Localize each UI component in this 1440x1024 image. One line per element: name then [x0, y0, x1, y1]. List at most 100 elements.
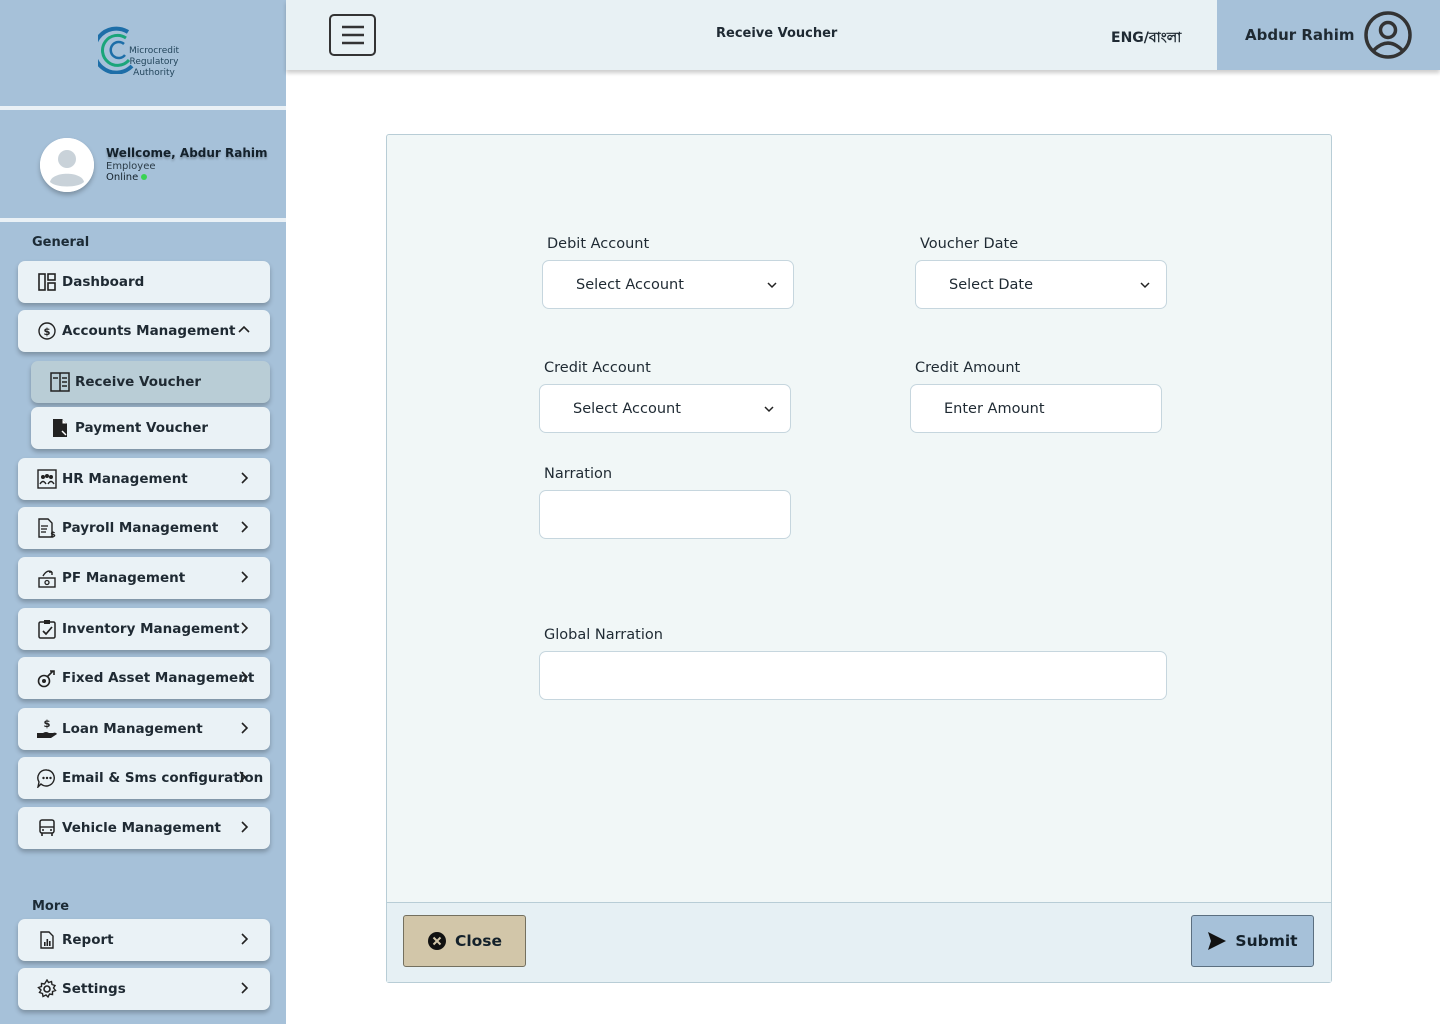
divider: [0, 106, 286, 110]
chevron-down-icon: [1140, 282, 1150, 289]
sidebar: Microcredit Regulatory Authority Wellcom…: [0, 0, 286, 1024]
sidebar-item-report[interactable]: Report: [18, 919, 270, 961]
svg-text:$: $: [50, 530, 56, 538]
section-label-general: General: [32, 235, 90, 250]
debit-account-select[interactable]: Select Account: [542, 260, 794, 309]
sidebar-item-fixed-asset-management[interactable]: Fixed Asset Management: [18, 657, 270, 699]
user-role: Employee: [106, 161, 156, 172]
narration-label: Narration: [544, 466, 613, 482]
sidebar-item-label: Settings: [62, 981, 126, 997]
narration-input[interactable]: [539, 490, 791, 539]
sidebar-item-payroll-management[interactable]: $ Payroll Management: [18, 507, 270, 549]
people-icon: [36, 468, 58, 490]
global-narration-input[interactable]: [539, 651, 1167, 700]
svg-text:$: $: [44, 327, 51, 338]
credit-amount-label: Credit Amount: [915, 360, 1021, 376]
bus-icon: [36, 817, 58, 839]
sidebar-item-accounts-management[interactable]: $ Accounts Management: [18, 310, 270, 352]
sidebar-item-label: Fixed Asset Management: [62, 670, 255, 686]
send-icon: [1208, 932, 1227, 950]
sidebar-item-settings[interactable]: Settings: [18, 968, 270, 1010]
loan-hand-icon: $: [36, 718, 58, 740]
chevron-down-icon: [764, 406, 774, 413]
online-label: Online: [106, 172, 139, 183]
chevron-down-icon: [767, 282, 777, 289]
sidebar-item-label: Payroll Management: [62, 520, 219, 536]
chevron-right-icon: [241, 671, 249, 683]
user-avatar-icon: [40, 138, 94, 192]
section-label-more: More: [32, 899, 70, 914]
sidebar-item-label: HR Management: [62, 471, 188, 487]
credit-account-select[interactable]: Select Account: [539, 384, 791, 433]
sidebar-item-label: Inventory Management: [62, 621, 240, 637]
user-circle-icon[interactable]: [1363, 10, 1413, 60]
debit-account-label: Debit Account: [547, 236, 650, 252]
welcome-text: Wellcome, Abdur Rahim: [106, 146, 268, 160]
credit-account-value: Select Account: [573, 400, 681, 417]
form-footer: Close Submit: [387, 902, 1331, 982]
credit-amount-input[interactable]: [910, 384, 1162, 433]
top-header: Receive Voucher ENG/বাংলা Abdur Rahim: [286, 0, 1440, 70]
chevron-right-icon: [241, 571, 249, 583]
page-title: Receive Voucher: [716, 26, 838, 41]
sidebar-item-dashboard[interactable]: Dashboard: [18, 261, 270, 303]
sidebar-item-label: Accounts Management: [62, 323, 236, 339]
chevron-right-icon: [241, 622, 249, 634]
submit-button-label: Submit: [1235, 932, 1298, 950]
credit-account-label: Credit Account: [544, 360, 651, 376]
divider: [0, 218, 286, 222]
chevron-right-icon: [239, 771, 247, 783]
submit-button[interactable]: Submit: [1191, 915, 1314, 967]
sidebar-item-payment-voucher[interactable]: Payment Voucher: [31, 407, 270, 449]
hamburger-icon: [341, 25, 364, 45]
dollar-circle-icon: $: [36, 320, 58, 342]
sidebar-item-label: Vehicle Management: [62, 820, 221, 836]
voucher-date-value: Select Date: [949, 276, 1033, 293]
logo-line-2: Regulatory: [129, 57, 179, 67]
sidebar-item-receive-voucher[interactable]: Receive Voucher: [31, 361, 270, 403]
profile-card: Wellcome, Abdur Rahim Employee Online: [0, 112, 286, 218]
avatar[interactable]: [40, 138, 94, 192]
payroll-icon: $: [36, 517, 58, 539]
sidebar-item-email-sms-configuration[interactable]: Email & Sms configuration: [18, 757, 270, 799]
logo: Microcredit Regulatory Authority: [98, 26, 188, 86]
chevron-right-icon: [241, 472, 249, 484]
sidebar-item-label: PF Management: [62, 570, 186, 586]
chevron-right-icon: [241, 933, 249, 945]
chevron-right-icon: [241, 521, 249, 533]
sidebar-item-hr-management[interactable]: HR Management: [18, 458, 270, 500]
online-dot-icon: [141, 174, 148, 180]
close-button-label: Close: [454, 932, 503, 950]
gear-icon: [36, 978, 58, 1000]
clipboard-check-icon: [36, 618, 58, 640]
voucher-date-label: Voucher Date: [920, 236, 1019, 252]
receive-voucher-form: Debit Account Select Account Voucher Dat…: [386, 134, 1332, 983]
close-button[interactable]: Close: [403, 915, 526, 967]
logo-line-1: Microcredit: [129, 46, 179, 56]
sidebar-item-vehicle-management[interactable]: Vehicle Management: [18, 807, 270, 849]
language-switch[interactable]: ENG/বাংলা: [1111, 26, 1181, 50]
sidebar-item-label: Payment Voucher: [75, 420, 209, 436]
sidebar-item-label: Receive Voucher: [75, 374, 202, 390]
chevron-right-icon: [241, 821, 249, 833]
sidebar-item-label: Dashboard: [62, 274, 145, 290]
sidebar-item-pf-management[interactable]: PF Management: [18, 557, 270, 599]
chat-icon: [36, 767, 58, 789]
logo-area: Microcredit Regulatory Authority: [0, 0, 286, 106]
debit-account-value: Select Account: [576, 276, 684, 293]
chevron-right-icon: [241, 982, 249, 994]
close-circle-icon: [427, 932, 446, 950]
user-menu[interactable]: Abdur Rahim: [1217, 0, 1440, 70]
logo-text: Microcredit Regulatory Authority: [128, 46, 180, 79]
voucher-date-select[interactable]: Select Date: [915, 260, 1167, 309]
report-icon: [36, 929, 58, 951]
svg-text:$: $: [44, 719, 51, 730]
online-status: Online: [106, 172, 148, 183]
fund-icon: [36, 567, 58, 589]
hamburger-menu-button[interactable]: [329, 14, 376, 56]
sidebar-item-inventory-management[interactable]: Inventory Management: [18, 608, 270, 650]
sidebar-item-loan-management[interactable]: $ Loan Management: [18, 708, 270, 750]
user-name: Abdur Rahim: [1245, 26, 1355, 44]
chevron-right-icon: [241, 722, 249, 734]
logo-line-3: Authority: [133, 68, 175, 78]
